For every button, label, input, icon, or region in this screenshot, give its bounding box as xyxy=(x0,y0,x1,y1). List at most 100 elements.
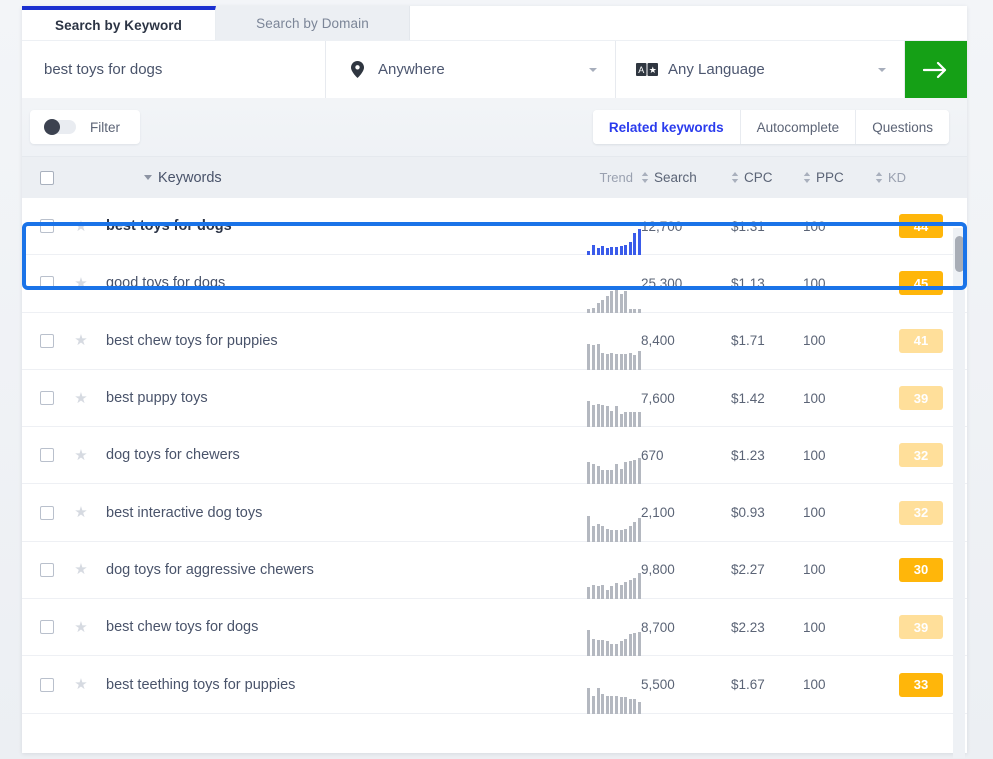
filter-toggle-switch[interactable] xyxy=(44,119,76,135)
row-checkbox-cell[interactable] xyxy=(22,562,64,577)
row-checkbox[interactable] xyxy=(40,448,54,463)
row-ppc: 100 xyxy=(803,619,826,635)
segment-autocomplete[interactable]: Autocomplete xyxy=(740,110,857,144)
row-keyword[interactable]: best chew toys for dogs xyxy=(98,619,543,635)
results-scrollbar-thumb[interactable] xyxy=(955,236,964,272)
row-favorite-cell[interactable]: ★ xyxy=(64,333,98,348)
column-header-cpc[interactable]: CPC xyxy=(731,170,803,185)
trend-sparkline xyxy=(587,343,641,370)
row-checkbox-cell[interactable] xyxy=(22,677,64,692)
translate-icon: A ★ xyxy=(636,63,658,76)
search-submit-button[interactable] xyxy=(905,41,967,98)
filter-toggle-button[interactable]: Filter xyxy=(30,110,140,144)
table-row[interactable]: ★ dog toys for aggressive chewers 9,800 $2.… xyxy=(22,541,967,600)
row-favorite-cell[interactable]: ★ xyxy=(64,677,98,692)
star-icon[interactable]: ★ xyxy=(74,219,87,234)
row-favorite-cell[interactable]: ★ xyxy=(64,448,98,463)
row-checkbox-cell[interactable] xyxy=(22,276,64,291)
row-keyword[interactable]: dog toys for chewers xyxy=(98,447,543,463)
star-icon[interactable]: ★ xyxy=(74,391,87,406)
kd-badge: 45 xyxy=(899,271,943,296)
select-all-cell[interactable] xyxy=(22,170,64,185)
language-dropdown[interactable]: A ★ Any Language xyxy=(616,41,905,98)
tab-search-by-keyword[interactable]: Search by Keyword xyxy=(22,6,216,40)
row-checkbox-cell[interactable] xyxy=(22,391,64,406)
table-row[interactable]: ★ good toys for dogs 25,300 $1.13 100 45 xyxy=(22,255,967,313)
row-keyword[interactable]: best interactive dog toys xyxy=(98,505,543,521)
column-header-search[interactable]: Search xyxy=(641,170,731,185)
row-favorite-cell[interactable]: ★ xyxy=(64,505,98,520)
star-icon[interactable]: ★ xyxy=(74,448,87,463)
segment-questions[interactable]: Questions xyxy=(856,110,949,144)
row-checkbox[interactable] xyxy=(40,620,54,635)
row-trend-cell xyxy=(543,656,641,714)
star-icon[interactable]: ★ xyxy=(74,276,87,291)
star-icon[interactable]: ★ xyxy=(74,505,87,520)
trend-sparkline xyxy=(587,229,641,256)
star-icon[interactable]: ★ xyxy=(74,620,87,635)
row-checkbox-cell[interactable] xyxy=(22,333,64,348)
row-search-volume: 8,400 xyxy=(641,333,675,349)
row-favorite-cell[interactable]: ★ xyxy=(64,219,98,234)
star-icon[interactable]: ★ xyxy=(74,562,87,577)
svg-text:★: ★ xyxy=(649,65,657,75)
row-keyword[interactable]: dog toys for aggressive chewers xyxy=(98,562,543,578)
column-header-kd[interactable]: KD xyxy=(875,170,967,185)
row-checkbox[interactable] xyxy=(40,391,54,406)
keywords-table: Keywords Trend Search CPC PPC KD ★ best … xyxy=(22,156,967,714)
row-checkbox-cell[interactable] xyxy=(22,620,64,635)
table-row[interactable]: ★ best teething toys for puppies 5,500 $1.6… xyxy=(22,656,967,714)
tab-search-by-domain-label: Search by Domain xyxy=(256,15,369,31)
row-checkbox[interactable] xyxy=(40,505,54,520)
toggle-knob xyxy=(44,119,60,135)
row-favorite-cell[interactable]: ★ xyxy=(64,562,98,577)
search-mode-tabs: Search by Keyword Search by Domain xyxy=(22,6,967,40)
star-icon[interactable]: ★ xyxy=(74,333,87,348)
chevron-down-icon xyxy=(589,67,597,72)
language-value: Any Language xyxy=(668,61,765,78)
row-checkbox[interactable] xyxy=(40,276,54,291)
row-keyword[interactable]: best toys for dogs xyxy=(98,218,543,234)
row-favorite-cell[interactable]: ★ xyxy=(64,391,98,406)
keyword-search-input[interactable] xyxy=(44,61,303,78)
table-row[interactable]: ★ best interactive dog toys 2,100 $0.93 100 3… xyxy=(22,484,967,542)
column-header-ppc[interactable]: PPC xyxy=(803,170,875,185)
table-header-row: Keywords Trend Search CPC PPC KD xyxy=(22,156,967,198)
row-search-volume: 25,300 xyxy=(641,275,683,291)
select-all-checkbox[interactable] xyxy=(40,170,54,185)
row-ppc: 100 xyxy=(803,333,826,349)
table-row[interactable]: ★ best puppy toys 7,600 $1.42 100 39 xyxy=(22,369,967,428)
row-checkbox-cell[interactable] xyxy=(22,505,64,520)
column-header-keywords[interactable]: Keywords xyxy=(98,170,543,186)
row-keyword[interactable]: best chew toys for puppies xyxy=(98,333,543,349)
tab-search-by-domain[interactable]: Search by Domain xyxy=(216,6,410,40)
row-checkbox-cell[interactable] xyxy=(22,219,64,234)
result-type-segmented-control: Related keywords Autocomplete Questions xyxy=(592,110,949,144)
row-checkbox[interactable] xyxy=(40,562,54,577)
results-scrollbar-track[interactable] xyxy=(953,228,965,758)
table-row[interactable]: ★ best chew toys for dogs 8,700 $2.23 100 39 xyxy=(22,599,967,657)
row-checkbox[interactable] xyxy=(40,219,54,234)
row-checkbox-cell[interactable] xyxy=(22,448,64,463)
table-row[interactable]: ★ dog toys for chewers 670 $1.23 100 32 xyxy=(22,427,967,485)
row-search-volume: 8,700 xyxy=(641,619,675,635)
star-icon[interactable]: ★ xyxy=(74,677,87,692)
keyword-input-wrapper xyxy=(22,41,326,98)
row-search-volume: 670 xyxy=(641,447,664,463)
row-search-volume: 5,500 xyxy=(641,677,675,693)
row-checkbox[interactable] xyxy=(40,333,54,348)
row-keyword[interactable]: best puppy toys xyxy=(98,390,543,406)
tab-search-by-keyword-label: Search by Keyword xyxy=(55,17,182,33)
column-header-kd-label: KD xyxy=(888,170,907,185)
row-cpc: $1.31 xyxy=(731,218,765,234)
row-favorite-cell[interactable]: ★ xyxy=(64,620,98,635)
column-header-trend-label: Trend xyxy=(599,170,633,185)
row-keyword[interactable]: best teething toys for puppies xyxy=(98,677,543,693)
row-keyword[interactable]: good toys for dogs xyxy=(98,275,543,291)
location-dropdown[interactable]: Anywhere xyxy=(326,41,616,98)
table-row[interactable]: ★ best toys for dogs 12,700 $1.31 100 44 xyxy=(22,198,967,256)
table-row[interactable]: ★ best chew toys for puppies 8,400 $1.71 100… xyxy=(22,312,967,370)
row-checkbox[interactable] xyxy=(40,677,54,692)
segment-related-keywords[interactable]: Related keywords xyxy=(592,110,741,144)
row-favorite-cell[interactable]: ★ xyxy=(64,276,98,291)
